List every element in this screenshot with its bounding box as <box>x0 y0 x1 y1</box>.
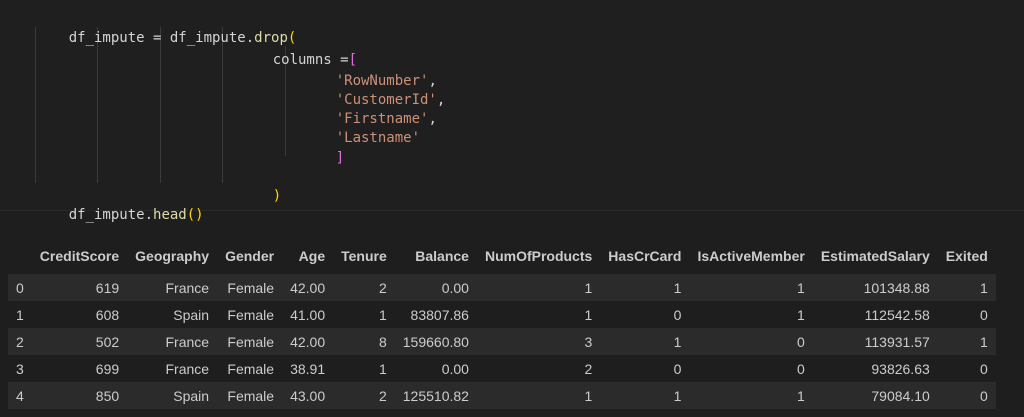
row-index: 0 <box>16 279 24 296</box>
table-cell: 1 <box>980 333 988 350</box>
row-index: 4 <box>16 387 24 404</box>
code-bracket: ] <box>335 150 345 166</box>
column-header: Age <box>298 248 326 264</box>
table-cell: Female <box>227 387 275 404</box>
code-line-close-paren: ) <box>239 168 281 225</box>
table-cell: 113931.57 <box>864 333 930 350</box>
column-header: Geography <box>135 248 210 264</box>
code-line-close-bracket: ] <box>302 130 344 187</box>
table-cell: Female <box>227 279 275 296</box>
table-cell: 0.00 <box>441 279 469 296</box>
table-cell: Spain <box>173 306 210 323</box>
table-cell: 1 <box>378 306 387 323</box>
column-header: Exited <box>945 248 988 264</box>
code-line-head: df_impute.head() <box>35 187 204 244</box>
index-header <box>8 238 32 274</box>
code-bracket: () <box>186 207 204 223</box>
table-cell: France <box>165 279 210 296</box>
table-cell: 1 <box>584 279 593 296</box>
table-cell: 2 <box>378 387 387 404</box>
row-index: 1 <box>16 306 24 323</box>
column-header: EstimatedSalary <box>820 248 930 264</box>
column-header: HasCrCard <box>608 248 682 264</box>
table-cell: Spain <box>173 387 210 404</box>
table-cell: 93826.63 <box>871 360 930 377</box>
table-cell: 608 <box>95 306 120 323</box>
table-cell: 42.00 <box>290 333 326 350</box>
table-cell: 43.00 <box>290 387 326 404</box>
table-cell: 8 <box>378 333 387 350</box>
table-cell: Female <box>227 333 275 350</box>
table-row: 4 850 Spain Female 43.00 2 125510.82 1 1… <box>8 382 996 409</box>
table-cell: 79084.10 <box>871 387 930 404</box>
table-cell: 1 <box>673 279 682 296</box>
column-header: Balance <box>415 248 469 264</box>
column-header: CreditScore <box>39 248 120 264</box>
row-index: 2 <box>16 333 24 350</box>
table-cell: 0 <box>980 306 988 323</box>
table-cell: 1 <box>673 333 682 350</box>
table-cell: 83807.86 <box>410 306 469 323</box>
table-cell: 2 <box>378 279 387 296</box>
table-cell: 42.00 <box>290 279 326 296</box>
table-cell: 2 <box>584 360 593 377</box>
table-row: 1 608 Spain Female 41.00 1 83807.86 1 0 … <box>8 301 996 328</box>
table-cell: 0 <box>980 387 988 404</box>
table-row: 3 699 France Female 38.91 1 0.00 2 0 0 9… <box>8 355 996 382</box>
table-cell: Female <box>227 306 275 323</box>
code-comma: , <box>428 111 437 127</box>
table-cell: 1 <box>673 387 682 404</box>
table-cell: 699 <box>95 360 120 377</box>
table-cell: 101348.88 <box>863 279 930 296</box>
table-cell: 619 <box>95 279 120 296</box>
column-header: IsActiveMember <box>697 248 805 264</box>
table-cell: 0 <box>673 306 682 323</box>
code-cell[interactable]: df_impute = df_impute.drop( columns =[ '… <box>0 0 1024 223</box>
code-text: df_impute. <box>68 207 154 223</box>
code-bracket: ) <box>272 188 282 204</box>
table-cell: 1 <box>584 306 593 323</box>
table-cell: 0.00 <box>441 360 469 377</box>
table-cell: 502 <box>95 333 120 350</box>
table-cell: 0 <box>673 360 682 377</box>
column-header: Tenure <box>341 248 387 264</box>
table-header-row: CreditScore Geography Gender Age Tenure … <box>8 238 996 274</box>
dataframe-table: CreditScore Geography Gender Age Tenure … <box>8 238 996 409</box>
table-cell: 1 <box>584 387 593 404</box>
table-cell: 41.00 <box>290 306 326 323</box>
table-cell: France <box>165 360 210 377</box>
table-cell: 0 <box>797 333 805 350</box>
table-cell: 0 <box>980 360 988 377</box>
table-cell: 1 <box>797 306 805 323</box>
code-string: 'Lastname' <box>335 130 421 146</box>
table-cell: 1 <box>797 387 805 404</box>
table-row: 0 619 France Female 42.00 2 0.00 1 1 1 1… <box>8 274 996 301</box>
table-cell: 1 <box>378 360 387 377</box>
table-cell: 1 <box>980 279 988 296</box>
column-header: Gender <box>225 248 275 264</box>
column-header: NumOfProducts <box>484 248 593 264</box>
table-cell: 159660.80 <box>402 333 469 350</box>
table-cell: 1 <box>797 279 805 296</box>
row-index: 3 <box>16 360 24 377</box>
code-text: df_impute = df_impute. <box>68 30 255 46</box>
code-comma: , <box>436 92 446 108</box>
cell-output: CreditScore Geography Gender Age Tenure … <box>0 238 1024 417</box>
table-cell: France <box>165 333 210 350</box>
table-cell: 125510.82 <box>402 387 469 404</box>
table-cell: Female <box>227 360 275 377</box>
table-cell: 112542.58 <box>864 306 930 323</box>
code-function: head <box>153 207 187 223</box>
table-cell: 0 <box>797 360 805 377</box>
table-row: 2 502 France Female 42.00 8 159660.80 3 … <box>8 328 996 355</box>
table-cell: 850 <box>95 387 120 404</box>
table-cell: 3 <box>584 333 593 350</box>
table-cell: 38.91 <box>290 360 326 377</box>
